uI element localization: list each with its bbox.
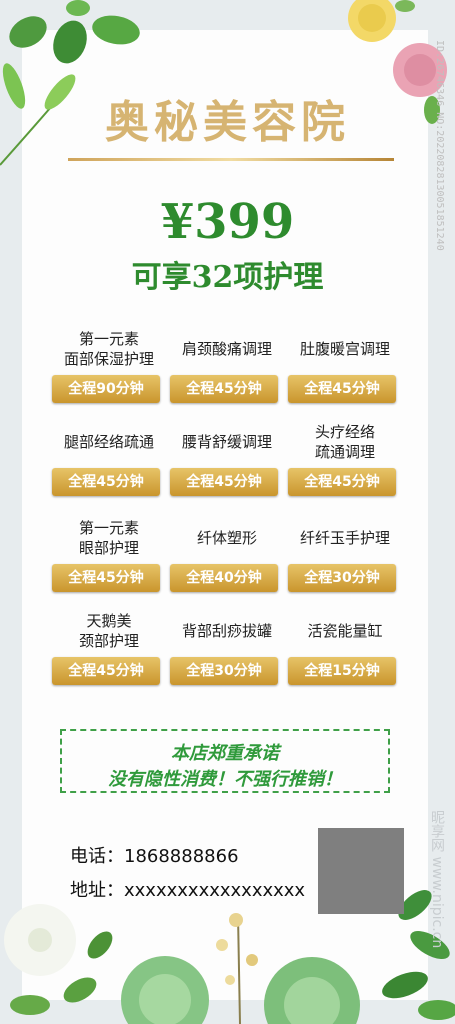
service-name: 活瓷能量缸 [307, 622, 383, 640]
service-name: 背部刮痧拔罐 [181, 622, 272, 640]
watermark-id: ID:26746346 NO:20220828130051851240 [434, 40, 445, 251]
service-name: 第一元素 面部保湿护理 [63, 330, 154, 368]
service-duration-button[interactable]: 全程45分钟 [288, 468, 396, 496]
service-duration-button[interactable]: 全程30分钟 [170, 657, 278, 685]
promise-line-2: 没有隐性消费！不强行推销！ [108, 769, 342, 790]
service-duration-button[interactable]: 全程45分钟 [52, 657, 160, 685]
service-duration-button[interactable]: 全程30分钟 [288, 564, 396, 592]
title-divider [68, 158, 394, 161]
service-duration-button[interactable]: 全程45分钟 [52, 468, 160, 496]
service-item: 活瓷能量缸全程15分钟 [286, 609, 404, 729]
service-duration-button[interactable]: 全程90分钟 [52, 375, 160, 403]
promise-line-1: 本店郑重承诺 [171, 743, 279, 764]
qr-code-placeholder [318, 828, 404, 914]
phone-number: 电话：1868888866 [70, 846, 239, 867]
service-duration-button[interactable]: 全程45分钟 [52, 564, 160, 592]
service-duration-button[interactable]: 全程40分钟 [170, 564, 278, 592]
service-name: 纤纤玉手护理 [299, 529, 390, 547]
succulent-plant-icon [121, 913, 360, 1024]
service-name: 纤体塑形 [196, 529, 257, 547]
service-duration-button[interactable]: 全程45分钟 [288, 375, 396, 403]
service-name: 肩颈酸痛调理 [181, 340, 272, 358]
service-name: 天鹅美 颈部护理 [78, 612, 139, 650]
promise-box: 本店郑重承诺 没有隐性消费！不强行推销！ [60, 729, 390, 793]
watermark-site: 昵享网 www.nipic.cn [429, 810, 445, 949]
service-name: 腰背舒缓调理 [181, 433, 272, 451]
price-label: ¥399 [160, 194, 295, 250]
service-item: 天鹅美 颈部护理全程45分钟 [50, 609, 168, 729]
salon-title: 奥秘美容院 [105, 97, 350, 148]
address: 地址：xxxxxxxxxxxxxxxxx [70, 880, 306, 901]
service-item: 背部刮痧拔罐全程30分钟 [168, 609, 286, 729]
service-duration-button[interactable]: 全程45分钟 [170, 375, 278, 403]
service-duration-button[interactable]: 全程45分钟 [170, 468, 278, 496]
service-name: 腿部经络疏通 [63, 433, 154, 451]
service-duration-button[interactable]: 全程15分钟 [288, 657, 396, 685]
package-subtitle: 可享32项护理 [131, 260, 324, 295]
service-name: 第一元素 眼部护理 [78, 519, 139, 557]
service-name: 肚腹暖宫调理 [299, 340, 390, 358]
white-flower-icon [4, 904, 113, 1015]
service-name: 头疗经络 疏通调理 [314, 423, 375, 461]
